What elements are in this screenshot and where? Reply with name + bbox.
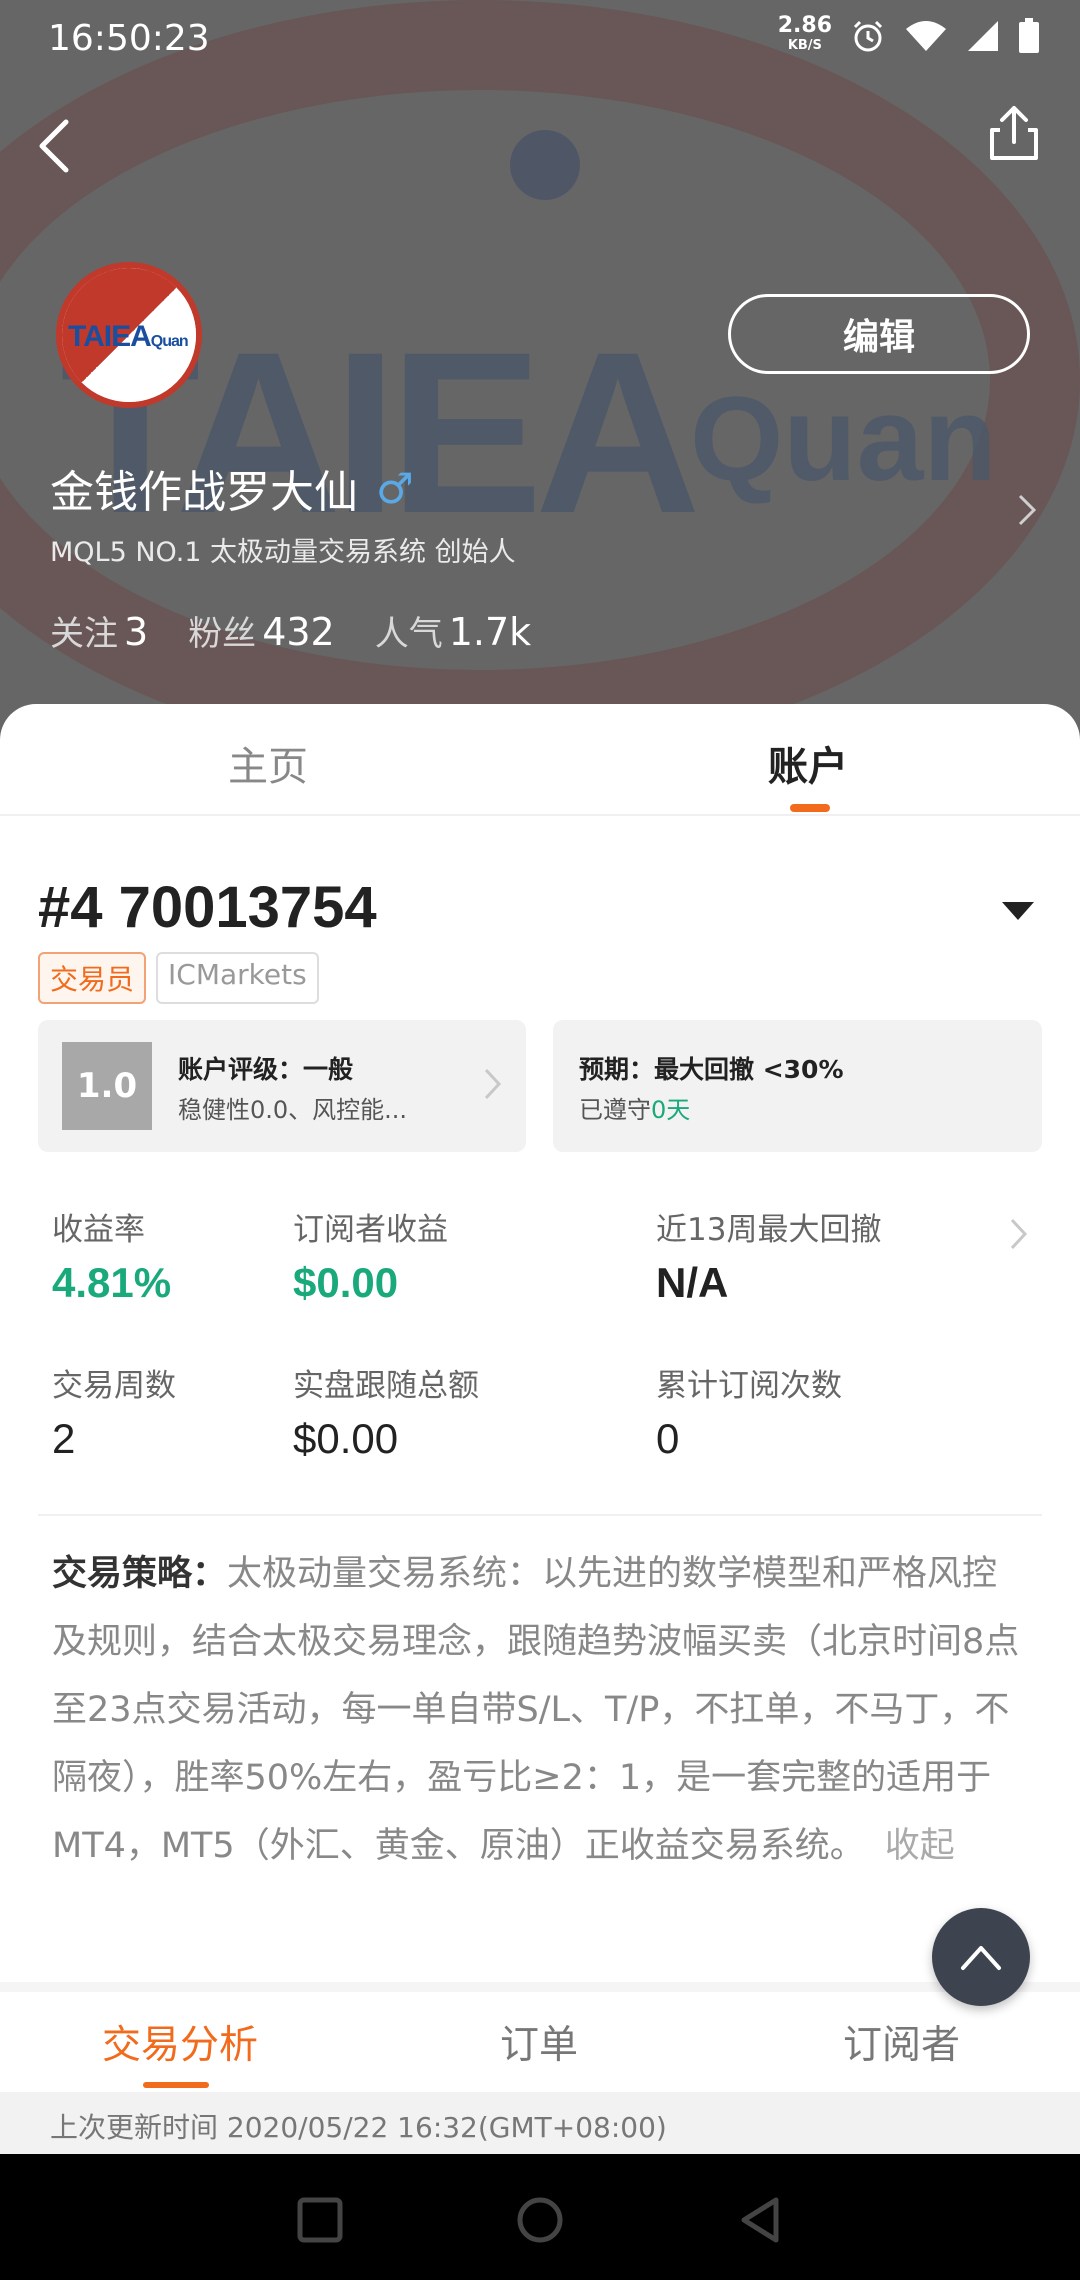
update-info: 上次更新时间 2020/05/22 16:32(GMT+08:00) <box>0 2092 1080 2154</box>
account-tags: 交易员 ICMarkets <box>38 952 319 1004</box>
stat-following[interactable]: 关注 3 <box>50 606 148 655</box>
edit-profile-button[interactable]: 编辑 <box>728 294 1030 374</box>
chevron-right-icon <box>1018 494 1037 526</box>
tag-broker: ICMarkets <box>156 952 319 1004</box>
profile-name-row[interactable]: 金钱作战罗大仙 ♂ <box>50 456 414 520</box>
rating-sub: 稳健性0.0、风控能... <box>178 1096 408 1124</box>
stat-label: 关注 <box>50 614 118 654</box>
profile-stats: 关注 3 粉丝 432 人气 1.7k <box>50 606 531 655</box>
account-rating-box[interactable]: 1.0 账户评级：一般 稳健性0.0、风控能... <box>38 1020 526 1152</box>
metric-value: 2 <box>52 1415 76 1462</box>
stat-value: 3 <box>124 610 149 654</box>
metric-label: 实盘跟随总额 <box>293 1368 479 1404</box>
stat-followers[interactable]: 粉丝 432 <box>188 606 335 655</box>
last-update-text: 上次更新时间 2020/05/22 16:32(GMT+08:00) <box>50 2111 667 2144</box>
strategy-label: 交易策略： <box>52 1554 228 1594</box>
tab-home[interactable]: 主页 <box>228 734 308 792</box>
chevron-left-icon <box>39 119 69 173</box>
tab-active-indicator <box>790 804 830 812</box>
rating-title: 账户评级：一般 <box>178 1055 354 1084</box>
avatar-logo-main: TAIEA <box>68 320 152 353</box>
account-card: 主页 账户 #4 70013754 交易员 ICMarkets 1.0 账户评级… <box>0 704 1080 2154</box>
net-speed-value: 2.86 <box>777 13 832 38</box>
wifi-icon <box>906 21 946 51</box>
profile-detail-button[interactable] <box>1016 490 1040 534</box>
metric-follow-total: 实盘跟随总额 $0.00 <box>293 1360 479 1463</box>
avatar-logo-small: Quan <box>150 333 189 350</box>
expectation-box: 预期：最大回撤 <30% 已遵守0天 <box>553 1020 1042 1152</box>
recents-button[interactable] <box>290 2190 350 2250</box>
chevron-right-icon <box>484 1068 502 1100</box>
status-time: 16:50:23 <box>48 18 210 59</box>
strategy-body: 太极动量交易系统：以先进的数学模型和严格风控及规则，结合太极交易理念，跟随趋势波… <box>52 1554 1020 1866</box>
metric-value: $0.00 <box>293 1259 399 1306</box>
strategy-text: 交易策略：太极动量交易系统：以先进的数学模型和严格风控及规则，结合太极交易理念，… <box>52 1540 1032 1880</box>
signal-icon <box>968 21 998 51</box>
male-gender-icon: ♂ <box>376 463 414 513</box>
metric-max-drawdown[interactable]: 近13周最大回撤 N/A <box>656 1204 881 1307</box>
back-button[interactable] <box>30 110 90 180</box>
caret-down-icon <box>1002 902 1034 920</box>
tab-account[interactable]: 账户 <box>768 734 848 792</box>
tag-trader: 交易员 <box>38 952 147 1004</box>
metric-return: 收益率 4.81% <box>52 1204 171 1307</box>
status-bar: 16:50:23 2.86 KB/S <box>0 0 1080 80</box>
avatar-logo-text: TAIEAQuan <box>68 320 189 354</box>
metric-subscriptions: 累计订阅次数 0 <box>656 1360 842 1463</box>
scroll-to-top-button[interactable] <box>932 1908 1030 2006</box>
metric-label: 近13周最大回撤 <box>656 1212 882 1248</box>
home-button[interactable] <box>510 2190 570 2250</box>
battery-icon <box>1019 18 1039 53</box>
profile-name: 金钱作战罗大仙 <box>50 467 358 518</box>
share-button[interactable] <box>984 100 1044 170</box>
top-tabs: 主页 账户 <box>0 704 1080 816</box>
account-number: #4 70013754 <box>38 875 377 940</box>
rating-score: 1.0 <box>62 1042 152 1130</box>
expectation-sub-prefix: 已遵守 <box>579 1096 651 1124</box>
tab-active-indicator <box>143 2082 209 2088</box>
divider <box>38 1514 1042 1516</box>
metric-trade-weeks: 交易周数 2 <box>52 1360 176 1463</box>
metric-subscriber-profit: 订阅者收益 $0.00 <box>293 1204 448 1307</box>
chevron-right-icon[interactable] <box>1008 1214 1030 1254</box>
stat-value: 1.7k <box>448 610 532 654</box>
stat-value: 432 <box>262 610 335 654</box>
system-back-button[interactable] <box>730 2190 790 2250</box>
metric-value: 0 <box>656 1415 680 1462</box>
metric-value: $0.00 <box>293 1415 399 1462</box>
avatar[interactable]: TAIEAQuan <box>56 262 202 408</box>
stat-popularity: 人气 1.7k <box>375 606 531 655</box>
square-icon <box>297 2197 343 2243</box>
tab-subscribers[interactable]: 订阅者 <box>843 2014 960 2070</box>
triangle-back-icon <box>741 2197 779 2243</box>
analysis-tabs: 交易分析 订单 订阅者 <box>0 1992 1080 2088</box>
metric-label: 收益率 <box>52 1212 145 1248</box>
chevron-up-icon <box>961 1946 1001 1970</box>
tab-trade-analysis[interactable]: 交易分析 <box>102 2014 258 2070</box>
alarm-icon <box>853 20 883 52</box>
metric-label: 订阅者收益 <box>293 1212 448 1248</box>
metric-label: 交易周数 <box>52 1368 176 1404</box>
share-icon <box>990 106 1038 160</box>
circle-icon <box>517 2197 563 2243</box>
tab-orders[interactable]: 订单 <box>500 2014 578 2070</box>
net-speed: 2.86 KB/S <box>777 13 832 56</box>
stat-label: 人气 <box>374 614 443 654</box>
section-gap <box>0 1982 1080 1992</box>
metric-value: N/A <box>656 1259 729 1306</box>
account-switch-button[interactable] <box>1000 900 1036 926</box>
expectation-sub: 已遵守0天 <box>579 1090 690 1125</box>
system-nav-bar <box>0 2154 1080 2280</box>
status-icons: 2.86 KB/S <box>777 13 1040 56</box>
expectation-title: 预期：最大回撤 <30% <box>579 1055 844 1084</box>
collapse-link[interactable]: 收起 <box>885 1826 955 1866</box>
profile-subtitle: MQL5 NO.1 太极动量交易系统 创始人 <box>50 537 516 568</box>
stat-label: 粉丝 <box>188 614 257 654</box>
metric-value: 4.81% <box>52 1259 172 1306</box>
net-speed-unit: KB/S <box>787 38 822 53</box>
metric-label: 累计订阅次数 <box>656 1368 842 1404</box>
expectation-days: 0天 <box>651 1096 691 1124</box>
